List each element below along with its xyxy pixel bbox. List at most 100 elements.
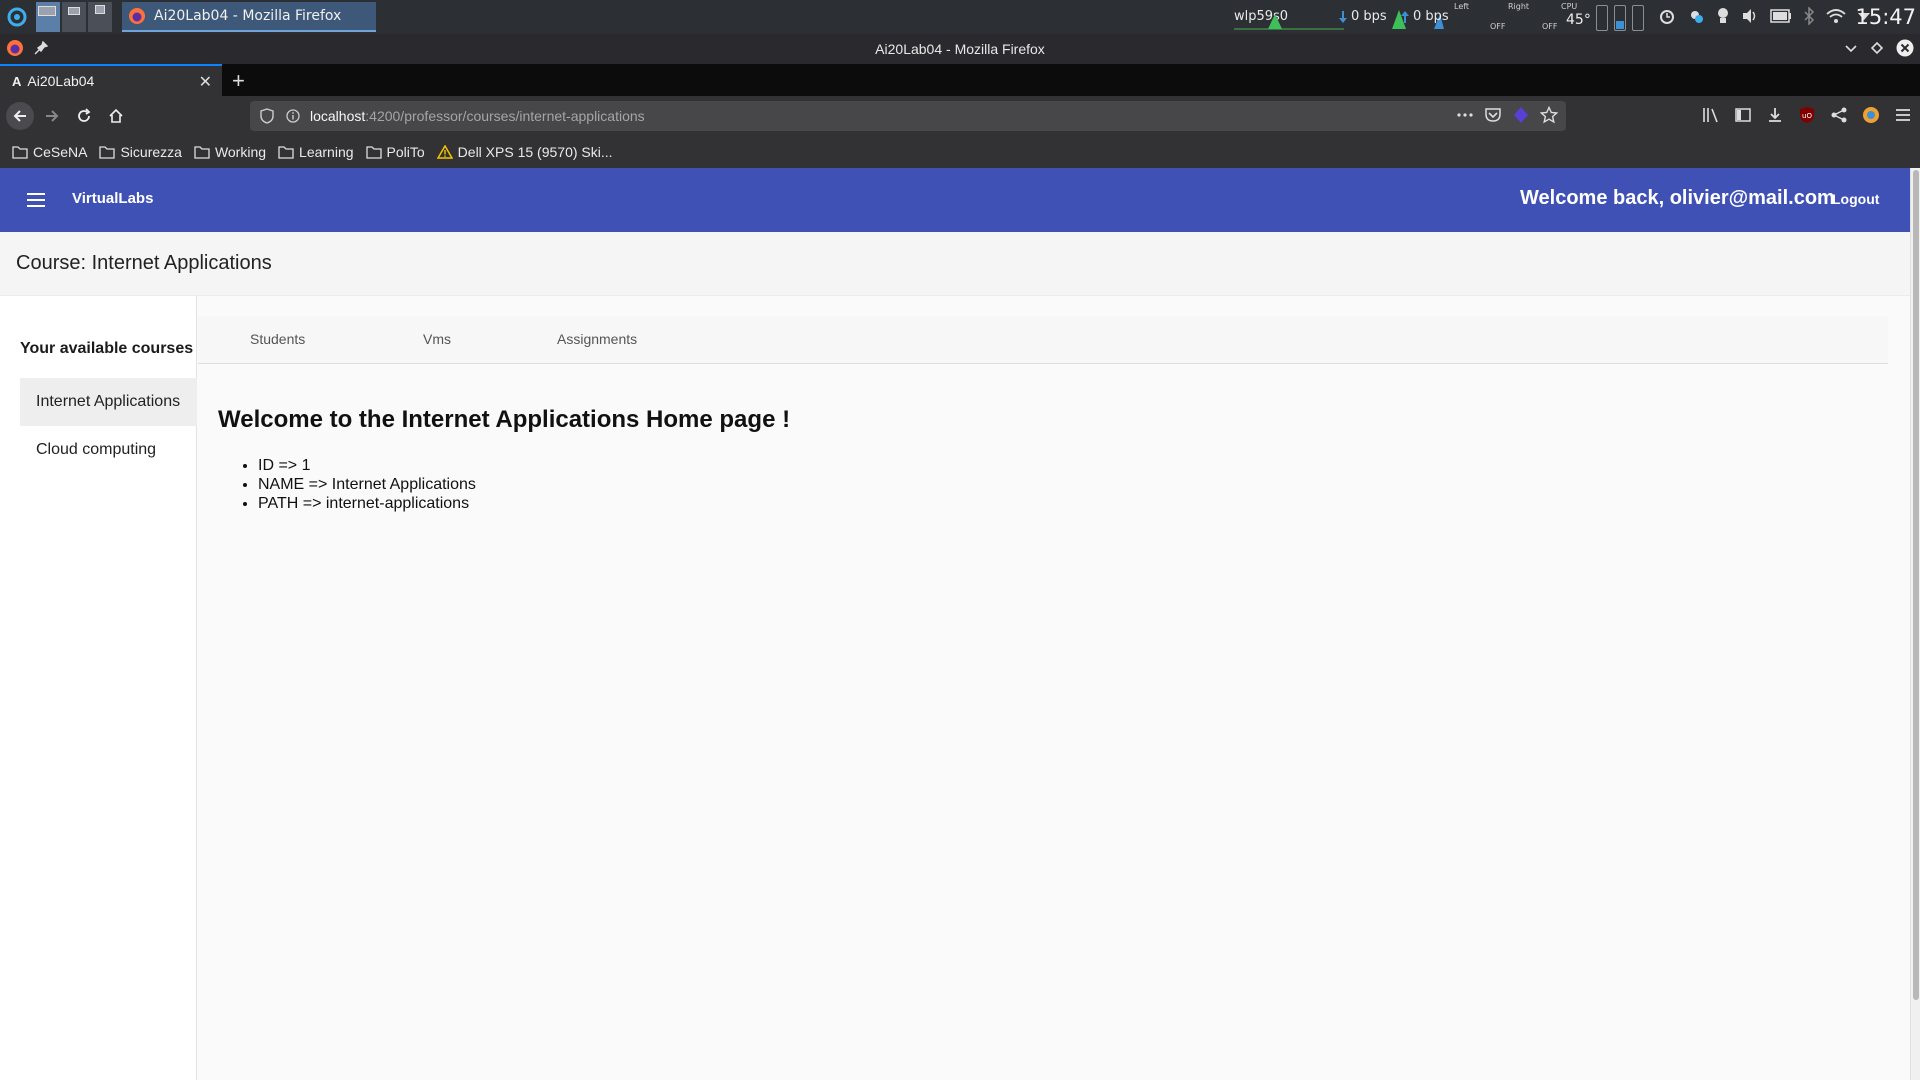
- tab-vms[interactable]: Vms: [423, 331, 451, 347]
- cpu-meter-1: [1596, 5, 1608, 31]
- warning-icon: [436, 145, 453, 159]
- download-rate: 0 bps: [1338, 9, 1387, 24]
- info-icon[interactable]: [286, 109, 300, 123]
- folder-icon: [99, 146, 116, 159]
- bookmarks-toolbar: CeSeNA Sicurezza Working Learning PoliTo…: [0, 136, 1920, 168]
- left-label: Left: [1454, 2, 1470, 11]
- close-tab-icon[interactable]: ✕: [199, 72, 212, 92]
- folder-icon: [365, 146, 382, 159]
- bookmark-folder[interactable]: CeSeNA: [12, 144, 87, 160]
- svg-text:uO: uO: [1802, 112, 1812, 120]
- list-item: ID => 1: [258, 456, 476, 475]
- menu-icon: [27, 193, 45, 207]
- new-tab-icon[interactable]: +: [232, 68, 245, 94]
- list-item: NAME => Internet Applications: [258, 475, 476, 494]
- window-titlebar: Ai20Lab04 - Mozilla Firefox: [0, 34, 1920, 64]
- weather-icon[interactable]: [1687, 7, 1705, 25]
- taskbar-firefox-task[interactable]: Ai20Lab04 - Mozilla Firefox: [122, 2, 376, 32]
- home-icon: [109, 108, 123, 123]
- page-scrollbar[interactable]: [1910, 168, 1920, 1080]
- forward-button[interactable]: [38, 102, 66, 130]
- course-content: Students Vms Assignments Welcome to the …: [198, 316, 1888, 1080]
- app-toolbar: VirtualLabs Welcome back, olivier@mail.c…: [0, 168, 1910, 232]
- hamburger-menu-icon[interactable]: [1894, 106, 1912, 124]
- lightbulb-icon[interactable]: [1716, 7, 1730, 25]
- bookmark-folder[interactable]: Learning: [278, 144, 354, 160]
- volume-icon[interactable]: [1741, 7, 1759, 25]
- virtual-desktop-pager[interactable]: [36, 2, 112, 32]
- sidenav-item-internet-applications[interactable]: Internet Applications: [20, 378, 197, 426]
- shield-icon[interactable]: [260, 108, 274, 124]
- bookmark-folder[interactable]: PoliTo: [365, 144, 425, 160]
- app-brand-link[interactable]: VirtualLabs: [72, 190, 153, 207]
- pin-icon[interactable]: [34, 41, 48, 55]
- desktop-3[interactable]: [88, 2, 112, 32]
- cpu-meter-3: [1632, 5, 1644, 31]
- alarm-icon[interactable]: [1658, 7, 1676, 25]
- profile-extension-icon[interactable]: [1862, 106, 1880, 124]
- desktop-panel: Ai20Lab04 - Mozilla Firefox wlp59s0 0 bp…: [0, 0, 1920, 34]
- scrollbar-thumb[interactable]: [1913, 170, 1919, 1000]
- window-title: Ai20Lab04 - Mozilla Firefox: [875, 41, 1045, 57]
- bookmark-folder[interactable]: Sicurezza: [99, 144, 182, 160]
- url-host: localhost: [310, 108, 366, 124]
- bookmark-star-icon[interactable]: [1540, 106, 1558, 124]
- course-details-list: ID => 1 NAME => Internet Applications PA…: [258, 456, 476, 513]
- sidebar-icon[interactable]: [1734, 106, 1752, 124]
- network-graph-icon: [1234, 14, 1344, 30]
- library-icon[interactable]: [1702, 106, 1720, 124]
- desktop-2[interactable]: [62, 2, 86, 32]
- maximize-icon[interactable]: [1870, 41, 1884, 55]
- course-title: Course: Internet Applications: [16, 252, 272, 274]
- system-tray: [1658, 7, 1871, 25]
- home-button[interactable]: [102, 102, 130, 130]
- pocket-icon[interactable]: [1484, 106, 1502, 124]
- app-launcher-icon[interactable]: [0, 0, 34, 34]
- url-path: :4200/professor/courses/internet-applica…: [365, 108, 645, 124]
- course-header: Course: Internet Applications: [0, 232, 1910, 296]
- welcome-message: Welcome back, olivier@mail.com: [1520, 187, 1835, 209]
- close-window-icon[interactable]: [1896, 39, 1914, 57]
- battery-icon[interactable]: [1770, 9, 1792, 23]
- sidenav-toggle-button[interactable]: [22, 186, 50, 214]
- page-actions-icon[interactable]: [1456, 106, 1474, 124]
- browser-tab-active[interactable]: A Ai20Lab04 ✕: [0, 64, 222, 96]
- download-icon[interactable]: [1766, 106, 1784, 124]
- right-label: Right: [1508, 2, 1530, 11]
- back-button[interactable]: [6, 102, 34, 130]
- logout-button[interactable]: Logout: [1832, 191, 1879, 207]
- courses-sidenav: Your available courses Internet Applicat…: [0, 296, 197, 1080]
- folder-icon: [194, 146, 210, 159]
- bookmark-folder[interactable]: Working: [194, 144, 266, 160]
- share-icon[interactable]: [1830, 106, 1848, 124]
- firefox-icon[interactable]: [6, 39, 24, 57]
- cpu-temperature: 45°: [1566, 12, 1591, 28]
- web-page: VirtualLabs Welcome back, olivier@mail.c…: [0, 168, 1910, 1080]
- minimize-icon[interactable]: [1844, 41, 1858, 55]
- navigation-toolbar: localhost:4200/professor/courses/interne…: [0, 96, 1920, 136]
- reload-button[interactable]: [70, 102, 98, 130]
- desktop-1[interactable]: [36, 2, 60, 32]
- folder-icon: [12, 146, 28, 159]
- tab-students[interactable]: Students: [250, 331, 305, 347]
- tab-strip: A Ai20Lab04 ✕ +: [0, 64, 1920, 96]
- list-item: PATH => internet-applications: [258, 494, 476, 513]
- arrow-right-icon: [46, 110, 59, 122]
- arrow-down-icon: [1339, 10, 1347, 23]
- home-title: Welcome to the Internet Applications Hom…: [218, 406, 791, 433]
- folder-icon: [278, 146, 294, 159]
- extension-icon[interactable]: [1512, 106, 1530, 124]
- tab-favicon-icon: A: [12, 73, 22, 89]
- bluetooth-icon[interactable]: [1803, 7, 1815, 25]
- clock[interactable]: 15:47: [1855, 5, 1916, 29]
- wifi-icon[interactable]: [1826, 8, 1846, 24]
- tab-assignments[interactable]: Assignments: [557, 331, 637, 347]
- arrow-left-icon: [13, 110, 26, 122]
- url-bar[interactable]: localhost:4200/professor/courses/interne…: [250, 101, 1566, 131]
- cpu-label: CPU: [1561, 2, 1578, 11]
- sidenav-item-cloud-computing[interactable]: Cloud computing: [20, 426, 197, 474]
- reload-icon: [78, 108, 91, 122]
- ublock-icon[interactable]: uO: [1798, 106, 1816, 124]
- bookmark-link[interactable]: Dell XPS 15 (9570) Ski...: [436, 144, 613, 160]
- off-label-2: OFF: [1542, 22, 1558, 31]
